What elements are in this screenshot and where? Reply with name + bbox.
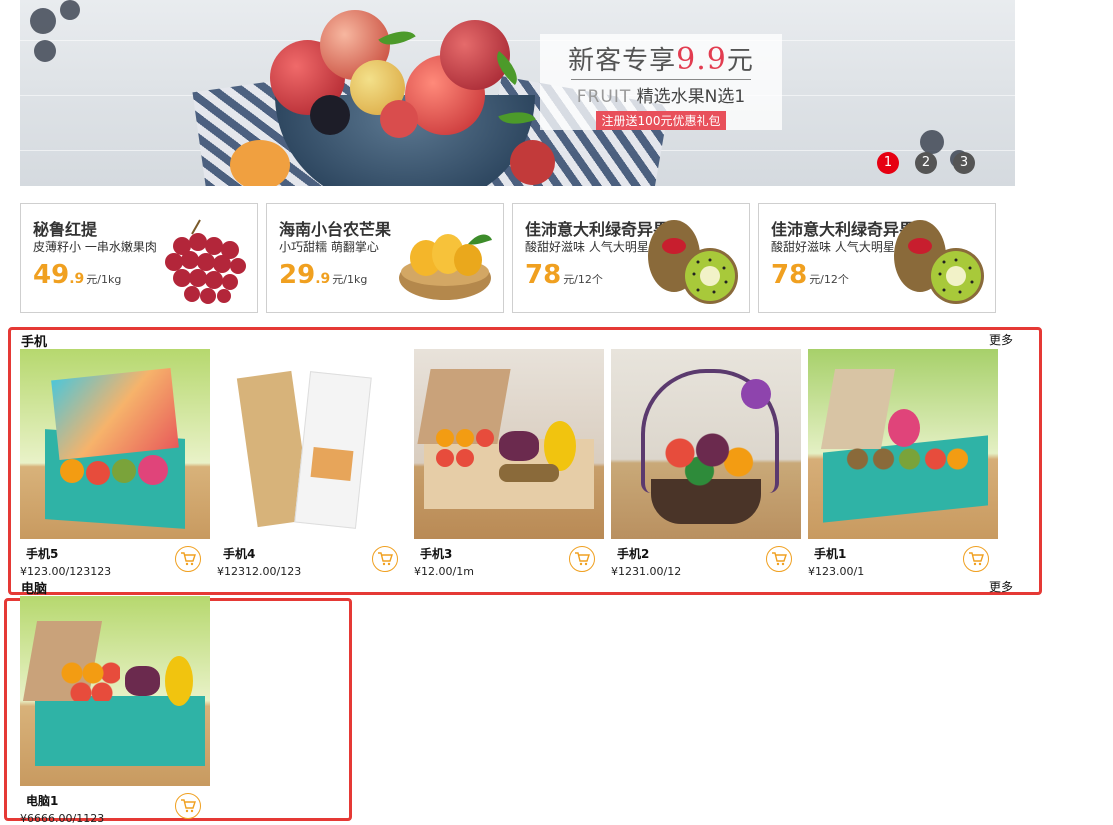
product-image[interactable] xyxy=(20,349,210,539)
card-description: 酸甜好滋味 人气大明星 xyxy=(771,240,895,254)
featured-card[interactable]: 佳沛意大利绿奇异果 酸甜好滋味 人气大明星 78 元/12个 xyxy=(758,203,996,313)
product-item[interactable]: 手机4 ¥12312.00/123 xyxy=(217,349,407,578)
promo-subtitle: FRUIT 精选水果N选1 xyxy=(576,87,746,107)
product-name[interactable]: 手机4 xyxy=(223,545,255,562)
cart-icon[interactable] xyxy=(175,546,201,572)
product-name[interactable]: 手机1 xyxy=(814,545,846,562)
product-image[interactable] xyxy=(217,349,407,539)
product-price: ¥12.00/1m xyxy=(414,565,474,578)
cart-icon[interactable] xyxy=(766,546,792,572)
carousel-dot-2[interactable]: 2 xyxy=(915,152,937,174)
featured-card[interactable]: 海南小台农芒果 小巧甜糯 萌翻掌心 29.9 元/1kg xyxy=(266,203,504,313)
product-item[interactable]: 手机3 ¥12.00/1m xyxy=(414,349,604,578)
featured-cards: 秘鲁红提 皮薄籽小 一串水嫩果肉 49.9 元/1kg 海南小台农芒果 小巧甜糯 … xyxy=(20,203,996,313)
cart-icon[interactable] xyxy=(963,546,989,572)
card-title: 秘鲁红提 xyxy=(33,220,98,239)
product-item[interactable]: 手机5 ¥123.00/123123 xyxy=(20,349,210,578)
product-price: ¥1231.00/12 xyxy=(611,565,682,578)
more-link[interactable]: 更多 xyxy=(989,578,1013,595)
featured-card[interactable]: 佳沛意大利绿奇异果 酸甜好滋味 人气大明星 78 元/12个 xyxy=(512,203,750,313)
product-image[interactable] xyxy=(20,596,210,786)
card-price: 29.9 元/1kg xyxy=(279,260,368,290)
card-description: 小巧甜糯 萌翻掌心 xyxy=(279,240,379,254)
promo-title: 新客专享9.9元 xyxy=(568,42,754,77)
carousel-dot-1[interactable]: 1 xyxy=(877,152,899,174)
kiwi-icon xyxy=(894,220,984,304)
cart-icon[interactable] xyxy=(372,546,398,572)
hero-banner[interactable]: 新客专享9.9元 FRUIT 精选水果N选1 注册送100元优惠礼包 1 2 3 xyxy=(20,0,1015,186)
product-price: ¥123.00/123123 xyxy=(20,565,112,578)
card-description: 皮薄籽小 一串水嫩果肉 xyxy=(33,240,157,254)
carousel-dots: 1 2 3 xyxy=(877,152,975,174)
carousel-dot-3[interactable]: 3 xyxy=(953,152,975,174)
card-description: 酸甜好滋味 人气大明星 xyxy=(525,240,649,254)
product-price: ¥12312.00/123 xyxy=(217,565,302,578)
product-item[interactable]: 电脑1 ¥6666.00/1123 xyxy=(20,596,210,825)
card-price: 78 元/12个 xyxy=(771,260,849,290)
product-name[interactable]: 手机5 xyxy=(26,545,58,562)
section-title: 电脑 xyxy=(21,582,48,597)
product-image[interactable] xyxy=(808,349,998,539)
product-image[interactable] xyxy=(611,349,801,539)
product-name[interactable]: 电脑1 xyxy=(26,792,58,809)
card-price: 78 元/12个 xyxy=(525,260,603,290)
cart-icon[interactable] xyxy=(569,546,595,572)
promo-panel: 新客专享9.9元 FRUIT 精选水果N选1 注册送100元优惠礼包 xyxy=(540,34,782,130)
section-title: 手机 xyxy=(21,335,48,350)
kiwi-icon xyxy=(648,220,738,304)
product-price: ¥123.00/1 xyxy=(808,565,865,578)
grapes-icon xyxy=(165,219,246,304)
product-name[interactable]: 手机2 xyxy=(617,545,649,562)
product-name[interactable]: 手机3 xyxy=(420,545,452,562)
cart-icon[interactable] xyxy=(175,793,201,819)
card-price: 49.9 元/1kg xyxy=(33,260,122,290)
featured-card[interactable]: 秘鲁红提 皮薄籽小 一串水嫩果肉 49.9 元/1kg xyxy=(20,203,258,313)
product-price: ¥6666.00/1123 xyxy=(20,812,105,825)
mango-icon xyxy=(399,234,492,300)
card-title: 海南小台农芒果 xyxy=(279,220,392,239)
product-item[interactable]: 手机2 ¥1231.00/12 xyxy=(611,349,801,578)
product-item[interactable]: 手机1 ¥123.00/1 xyxy=(808,349,998,578)
product-image[interactable] xyxy=(414,349,604,539)
more-link[interactable]: 更多 xyxy=(989,331,1013,348)
promo-register-button[interactable]: 注册送100元优惠礼包 xyxy=(595,111,727,130)
